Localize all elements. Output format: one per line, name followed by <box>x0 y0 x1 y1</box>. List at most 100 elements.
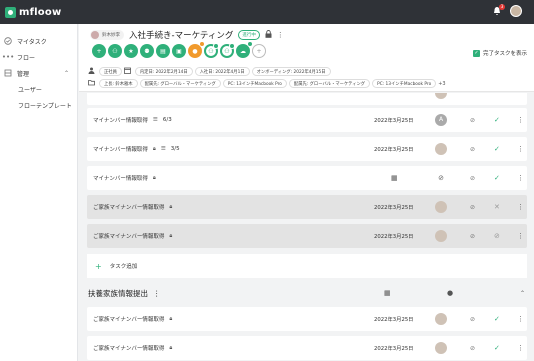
card-icon[interactable]: ▣ <box>172 44 186 58</box>
check-icon[interactable]: ✓ <box>494 145 500 153</box>
table-row[interactable] <box>87 93 527 105</box>
info-tag[interactable]: 配属先: グローバル・マーケティング <box>288 79 371 88</box>
eye-off-icon[interactable]: ⊘ <box>470 146 475 153</box>
sidebar-item-users[interactable]: ユーザー <box>0 81 77 97</box>
skip-icon[interactable]: ⊘ <box>494 232 500 240</box>
more-options-icon[interactable]: ⋮ <box>277 31 284 39</box>
chevron-up-icon[interactable]: ⌃ <box>64 70 69 77</box>
app-logo[interactable]: mfloow <box>5 6 61 18</box>
table-row[interactable]: マイナンバー情報取得 ☰ 6/3 2022年3月25日 A ⊘ ✓ ⋮ <box>87 108 527 132</box>
eye-off-icon[interactable]: ⊘ <box>470 316 475 323</box>
more-options-icon[interactable]: ⋮ <box>517 116 524 124</box>
people-icon[interactable]: ⚇ <box>220 43 235 58</box>
no-assignee-icon[interactable]: ⊘ <box>435 172 447 184</box>
assignee-avatar[interactable] <box>435 342 447 354</box>
calendar-icon <box>123 67 133 76</box>
star-icon[interactable]: ★ <box>124 44 138 58</box>
cloud-icon[interactable]: ☁ <box>236 41 253 58</box>
table-row[interactable]: ご家族マイナンバー情報取得 🔒︎ 2022年3月25日 ⊘ ⊘ ⋮ <box>87 224 527 248</box>
info-tag[interactable]: 上長: 鈴木雅木 <box>99 79 138 88</box>
lock-icon: 🔒︎ <box>169 232 173 239</box>
info-tag[interactable]: PC: 13インチMacbook Pro <box>222 79 287 88</box>
task-name: マイナンバー情報取得 <box>93 118 148 124</box>
user-avatar[interactable] <box>510 5 522 17</box>
subtask-list-icon: ☰ <box>160 146 166 152</box>
info-tag[interactable]: 内定日: 2022年2月14日 <box>134 67 193 76</box>
chevron-up-icon[interactable]: ⌃ <box>520 290 525 297</box>
task-list: マイナンバー情報取得 ☰ 6/3 2022年3月25日 A ⊘ ✓ ⋮ マイナン… <box>79 93 534 361</box>
table-row[interactable]: マイナンバー情報取得 🔒︎ ☰ 3/5 2022年3月25日 ⊘ ✓ ⋮ <box>87 137 527 161</box>
table-row[interactable]: ご家族マイナンバー情報取得 🔒︎ 2022年3月25日 ⊘ ✓ ⋮ <box>87 336 527 360</box>
sidebar-item-admin[interactable]: 管理 ⌃ <box>0 65 77 81</box>
person-icon <box>88 67 97 76</box>
plus-icon: + <box>95 261 102 271</box>
eye-off-icon[interactable]: ⊘ <box>470 204 475 211</box>
assignee-avatar[interactable] <box>435 201 447 213</box>
lock-icon[interactable]: ● <box>188 41 205 58</box>
task-name: ご家族マイナンバー情報取得 <box>93 317 165 323</box>
check-icon[interactable]: ✓ <box>494 174 500 182</box>
assignee-avatar[interactable] <box>435 313 447 325</box>
eye-off-icon[interactable]: ⊘ <box>470 175 475 182</box>
due-date[interactable]: 2022年3月25日 <box>374 203 413 211</box>
sidebar-item-flow[interactable]: ••• フロー <box>0 49 77 65</box>
plus-icon[interactable]: + <box>92 44 106 58</box>
bell-icon[interactable]: 3 <box>492 4 505 16</box>
assignee-avatar[interactable]: A <box>435 114 447 126</box>
lock-icon[interactable] <box>265 30 272 40</box>
add-task-label: タスク追加 <box>109 264 138 270</box>
task-name: マイナンバー情報取得 <box>93 147 148 153</box>
due-date[interactable]: 2022年3月25日 <box>374 315 413 323</box>
action-icon-row: + ⚇ ★ ⚉ ▤ ▣ ● ⚇ ⚇ ☁ + <box>92 41 266 58</box>
table-row[interactable]: ご家族マイナンバー情報取得 🔒︎ 2022年3月25日 ⊘ ✓ ⋮ <box>87 307 527 331</box>
check-icon[interactable]: ✓ <box>494 116 500 124</box>
person-icon[interactable]: ● <box>447 289 453 297</box>
assignee-avatar[interactable] <box>435 93 447 99</box>
due-date[interactable]: 2022年3月25日 <box>374 344 413 352</box>
more-options-icon[interactable]: ⋮ <box>153 289 161 298</box>
add-task-button[interactable]: + タスク追加 <box>87 254 527 278</box>
check-icon[interactable]: ✓ <box>494 344 500 352</box>
document-icon[interactable]: ▤ <box>156 44 170 58</box>
more-options-icon[interactable]: ⋮ <box>517 344 524 352</box>
more-options-icon[interactable]: ⋮ <box>517 232 524 240</box>
eye-off-icon[interactable]: ⊘ <box>470 233 475 240</box>
owner-chip[interactable]: 鈴木妙李 <box>90 30 124 40</box>
assignee-avatar[interactable] <box>435 143 447 155</box>
checkbox-checked-icon[interactable]: ✓ <box>472 49 480 57</box>
more-options-icon[interactable]: ⋮ <box>517 315 524 323</box>
sidebar-item-flow-templates[interactable]: フローテンプレート <box>0 97 77 113</box>
table-row[interactable]: ご家族マイナンバー情報取得 🔒︎ 2022年3月25日 ⊘ ✕ ⋮ <box>87 195 527 219</box>
calendar-icon[interactable]: ▦ <box>384 289 391 297</box>
due-date[interactable]: 2022年3月25日 <box>374 145 413 153</box>
due-date[interactable]: 2022年3月25日 <box>374 116 413 124</box>
info-tag[interactable]: 正社員 <box>99 67 122 76</box>
more-tags-count[interactable]: +3 <box>438 81 445 87</box>
task-name: ご家族マイナンバー情報取得 <box>93 234 165 240</box>
more-options-icon[interactable]: ⋮ <box>517 174 524 182</box>
info-tag[interactable]: オンボーディング: 2022年4月15日 <box>251 67 331 76</box>
due-date[interactable]: 2022年3月25日 <box>374 232 413 240</box>
info-tag[interactable]: PC: 13インチMacbook Pro <box>372 79 437 88</box>
check-icon[interactable]: ✓ <box>494 315 500 323</box>
more-options-icon[interactable]: ⋮ <box>517 145 524 153</box>
table-row[interactable]: マイナンバー情報取得 🔒︎ ▦ ⊘ ⊘ ✓ ⋮ <box>87 166 527 190</box>
group-icon[interactable]: ⚇ <box>204 43 219 58</box>
info-tags-row-1: 正社員 内定日: 2022年2月14日 入社日: 2022年4月1日 オンボーデ… <box>88 67 331 76</box>
add-circle-icon[interactable]: + <box>252 44 266 58</box>
person-add-icon[interactable]: ⚉ <box>140 44 154 58</box>
info-tag[interactable]: 入社日: 2022年4月1日 <box>194 67 250 76</box>
eye-off-icon[interactable]: ⊘ <box>470 345 475 352</box>
show-done-toggle[interactable]: ✓ 完了タスクを表示 <box>472 49 527 57</box>
assignee-avatar[interactable] <box>435 230 447 242</box>
lock-icon: 🔒︎ <box>152 174 156 181</box>
sidebar-item-my-tasks[interactable]: マイタスク <box>0 33 77 49</box>
page-title: 入社手続き-マーケティング <box>129 31 234 41</box>
task-name: マイナンバー情報取得 <box>93 176 148 182</box>
more-options-icon[interactable]: ⋮ <box>517 203 524 211</box>
calendar-icon[interactable]: ▦ <box>391 174 398 182</box>
users-icon[interactable]: ⚇ <box>108 44 122 58</box>
eye-off-icon[interactable]: ⊘ <box>470 117 475 124</box>
close-icon[interactable]: ✕ <box>494 203 500 211</box>
info-tag[interactable]: 配属先: グローバル・マーケティング <box>139 79 221 88</box>
